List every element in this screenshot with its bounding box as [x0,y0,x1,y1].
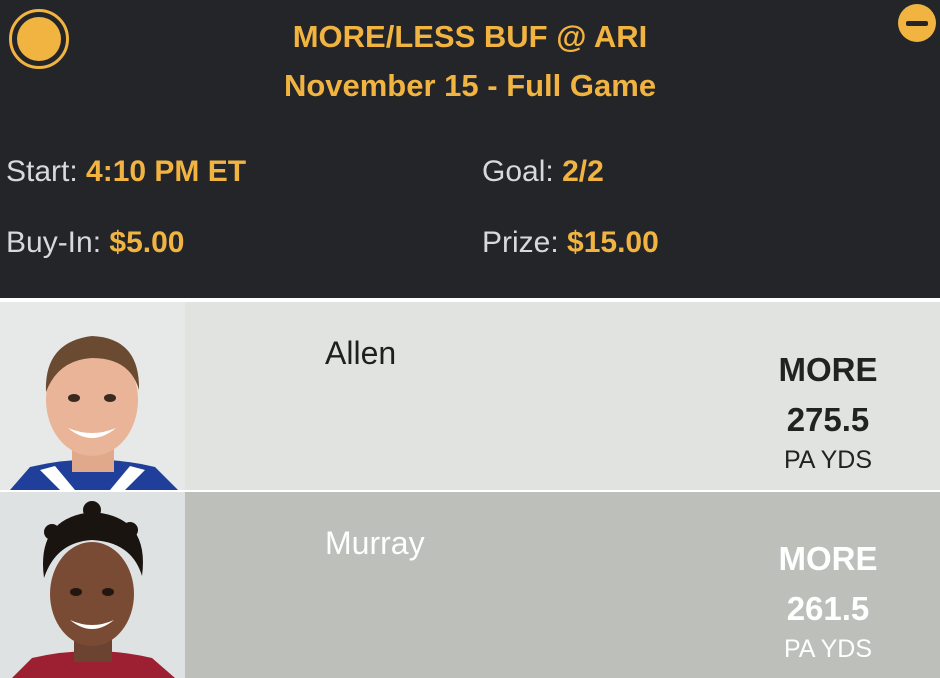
goal-value: 2/2 [562,155,604,188]
prize-label: Prize: [482,226,559,259]
contest-header: MORE/LESS BUF @ ARI November 15 - Full G… [0,0,940,298]
player-photo [0,492,185,678]
pick-line: 261.5 [786,590,870,627]
buyin-value: $5.00 [109,226,185,259]
buyin-label: Buy-In: [6,226,102,259]
pick-stat: PA YDS [783,635,872,663]
player-photo [0,302,185,490]
pick-stat: PA YDS [783,446,872,474]
start-label: Start: [6,155,78,188]
prize-value: $15.00 [567,226,659,259]
prize-info: Prize: $15.00 [482,225,659,261]
goal-label: Goal: [482,155,554,188]
pick-info[interactable]: MORE 275.5 PA YDS [718,351,938,475]
contest-title: MORE/LESS BUF @ ARI [292,19,648,54]
contest-subtitle: November 15 - Full Game [283,68,657,103]
pick-choice[interactable]: MORE [718,351,938,389]
pick-choice[interactable]: MORE [718,540,938,578]
buyin-info: Buy-In: $5.00 [6,225,184,261]
player-row[interactable]: Allen MORE 275.5 PA YDS [0,302,940,490]
start-info: Start: 4:10 PM ET [6,154,246,190]
start-value: 4:10 PM ET [86,155,247,188]
pick-line: 275.5 [786,401,870,438]
player-name: Murray [325,525,425,561]
player-name: Allen [325,335,397,371]
pick-info[interactable]: MORE 261.5 PA YDS [718,540,938,664]
player-row[interactable]: Murray MORE 261.5 PA YDS [0,492,940,678]
goal-info: Goal: 2/2 [482,154,604,190]
